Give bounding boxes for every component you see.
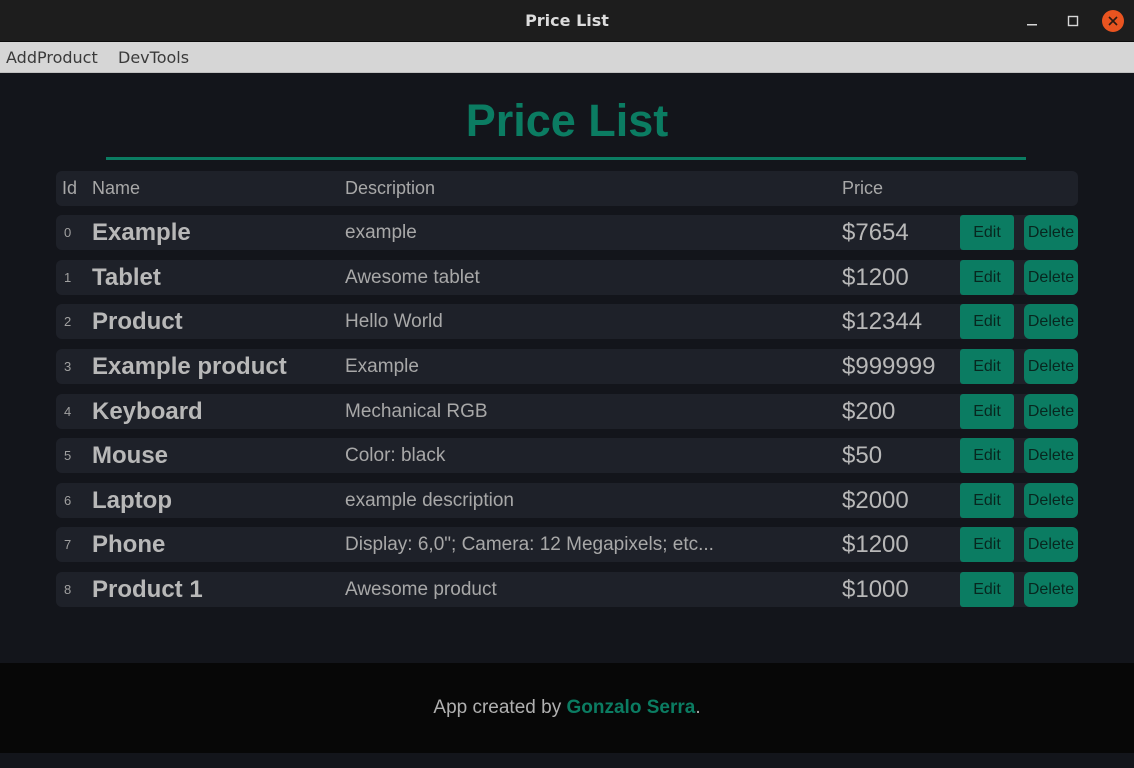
- delete-button[interactable]: Delete: [1024, 304, 1078, 339]
- row-price: $1200: [842, 264, 909, 291]
- author-link[interactable]: Gonzalo Serra: [566, 697, 695, 718]
- table-row: 0 Example example $7654 Edit Delete: [56, 215, 1078, 250]
- edit-button[interactable]: Edit: [960, 215, 1014, 250]
- edit-button[interactable]: Edit: [960, 438, 1014, 473]
- table-header: Id Name Description Price: [56, 171, 1078, 206]
- main-content: Price List Id Name Description Price 0 E…: [0, 73, 1134, 663]
- row-id: 1: [64, 270, 72, 285]
- delete-button[interactable]: Delete: [1024, 260, 1078, 295]
- row-name: Mouse: [92, 442, 169, 469]
- row-id: 4: [64, 404, 72, 419]
- footer-suffix: .: [695, 697, 701, 718]
- edit-button[interactable]: Edit: [960, 260, 1014, 295]
- row-description: Hello World: [345, 311, 443, 332]
- edit-button[interactable]: Edit: [960, 572, 1014, 607]
- window-title: Price List: [525, 11, 609, 30]
- row-description: Awesome product: [345, 579, 497, 600]
- delete-button[interactable]: Delete: [1024, 438, 1078, 473]
- row-name: Laptop: [92, 487, 172, 514]
- menu-bar: AddProduct DevTools: [0, 42, 1134, 73]
- row-description: example description: [345, 490, 514, 511]
- row-id: 7: [64, 537, 72, 552]
- header-name: Name: [92, 178, 141, 198]
- row-price: $50: [842, 442, 883, 469]
- table-row: 4 Keyboard Mechanical RGB $200 Edit Dele…: [56, 394, 1078, 429]
- window-titlebar: Price List: [0, 0, 1134, 42]
- title-divider: [106, 157, 1026, 160]
- row-id: 3: [64, 359, 72, 374]
- row-id: 6: [64, 493, 72, 508]
- table-row: 3 Example product Example $999999 Edit D…: [56, 349, 1078, 384]
- delete-button[interactable]: Delete: [1024, 215, 1078, 250]
- row-name: Phone: [92, 531, 166, 558]
- menu-item-addproduct[interactable]: AddProduct: [6, 48, 98, 67]
- row-description: Display: 6,0"; Camera: 12 Megapixels; et…: [345, 534, 714, 555]
- header-price: Price: [842, 178, 884, 198]
- table-row: 2 Product Hello World $12344 Edit Delete: [56, 304, 1078, 339]
- edit-button[interactable]: Edit: [960, 349, 1014, 384]
- edit-button[interactable]: Edit: [960, 527, 1014, 562]
- row-description: Mechanical RGB: [345, 401, 488, 422]
- row-id: 2: [64, 314, 72, 329]
- edit-button[interactable]: Edit: [960, 304, 1014, 339]
- row-price: $2000: [842, 487, 909, 514]
- close-button[interactable]: [1100, 8, 1126, 34]
- row-description: Awesome tablet: [345, 267, 480, 288]
- row-name: Product: [92, 308, 183, 335]
- edit-button[interactable]: Edit: [960, 483, 1014, 518]
- maximize-icon: [1067, 15, 1079, 27]
- row-name: Product 1: [92, 576, 203, 603]
- footer: App created by Gonzalo Serra.: [0, 663, 1134, 753]
- maximize-button[interactable]: [1060, 8, 1086, 34]
- row-price: $1000: [842, 576, 909, 603]
- delete-button[interactable]: Delete: [1024, 483, 1078, 518]
- row-id: 5: [64, 448, 72, 463]
- row-name: Keyboard: [92, 398, 203, 425]
- row-description: example: [345, 222, 417, 243]
- header-id: Id: [62, 178, 78, 198]
- row-description: Color: black: [345, 445, 446, 466]
- row-price: $200: [842, 398, 896, 425]
- edit-button[interactable]: Edit: [960, 394, 1014, 429]
- bottom-strip: [0, 753, 1134, 768]
- footer-credit: App created by Gonzalo Serra.: [0, 697, 1134, 719]
- delete-button[interactable]: Delete: [1024, 349, 1078, 384]
- row-price: $12344: [842, 308, 923, 335]
- table-row: 8 Product 1 Awesome product $1000 Edit D…: [56, 572, 1078, 607]
- table-row: 1 Tablet Awesome tablet $1200 Edit Delet…: [56, 260, 1078, 295]
- row-description: Example: [345, 356, 419, 377]
- header-description: Description: [345, 178, 436, 198]
- row-id: 0: [64, 225, 72, 240]
- minimize-icon: [1027, 24, 1037, 26]
- delete-button[interactable]: Delete: [1024, 394, 1078, 429]
- delete-button[interactable]: Delete: [1024, 527, 1078, 562]
- row-price: $999999: [842, 353, 936, 380]
- row-name: Tablet: [92, 264, 161, 291]
- table-row: 6 Laptop example description $2000 Edit …: [56, 483, 1078, 518]
- close-icon: [1102, 10, 1124, 32]
- table-row: 5 Mouse Color: black $50 Edit Delete: [56, 438, 1078, 473]
- row-name: Example product: [92, 353, 287, 380]
- page-title: Price List: [465, 95, 669, 146]
- row-id: 8: [64, 582, 72, 597]
- footer-prefix: App created by: [433, 697, 567, 718]
- delete-button[interactable]: Delete: [1024, 572, 1078, 607]
- menu-item-devtools[interactable]: DevTools: [118, 48, 189, 67]
- row-price: $7654: [842, 219, 909, 246]
- minimize-button[interactable]: [1019, 8, 1045, 34]
- row-name: Example: [92, 219, 191, 246]
- row-price: $1200: [842, 531, 909, 558]
- table-row: 7 Phone Display: 6,0"; Camera: 12 Megapi…: [56, 527, 1078, 562]
